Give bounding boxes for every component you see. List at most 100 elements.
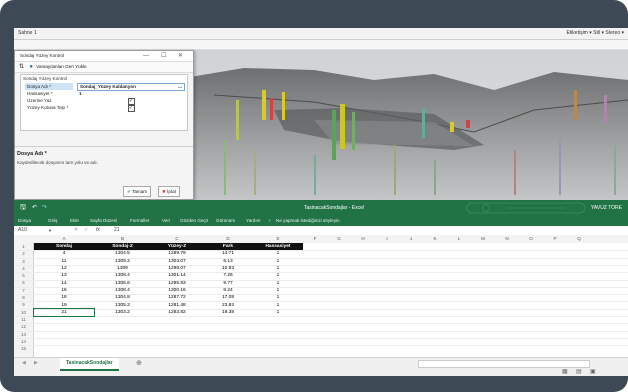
cell[interactable]: 14.71 (203, 250, 253, 257)
header-sondaj-z[interactable]: Sondaj-Z (94, 243, 151, 251)
worksheet-grid[interactable]: 1 2 3 4 5 6 7 8 9 10 11 12 13 14 15 Sond… (14, 243, 628, 357)
col-header-o[interactable]: O (519, 235, 543, 243)
cell[interactable]: 10.93 (203, 265, 253, 272)
cell[interactable]: 1304.5 (94, 250, 151, 257)
restore-defaults-button[interactable]: Varsayılanları Geri Yükle (36, 64, 86, 69)
cell[interactable]: 1304.8 (94, 294, 151, 301)
cell[interactable]: 1308.4 (94, 287, 151, 294)
cell[interactable]: 14 (34, 279, 94, 286)
active-cell[interactable]: 21 (33, 307, 95, 318)
cell[interactable]: 1301.14 (151, 272, 203, 279)
namebox-dropdown-icon[interactable]: ▼ (48, 226, 52, 235)
cancel-button[interactable]: ✖ İptal (158, 186, 180, 197)
cell[interactable]: 1303.2 (94, 309, 151, 316)
cell[interactable]: 1309.2 (94, 258, 151, 265)
property-row-hassasiyet[interactable]: Hassasiyet * 1 (25, 90, 183, 97)
col-header-h[interactable]: H (351, 235, 375, 243)
cell[interactable]: 4 (34, 250, 94, 257)
close-button[interactable]: ✕ (178, 51, 183, 61)
scene-tab[interactable]: Sahne 1 (18, 28, 37, 39)
page-break-icon[interactable]: ▣ (590, 368, 596, 375)
cell[interactable]: 1289.79 (151, 250, 203, 257)
cell[interactable]: 9.77 (203, 279, 253, 286)
function-icon[interactable]: fx (96, 226, 100, 235)
user-name[interactable]: YAVUZ TORE (591, 200, 622, 216)
col-header-g[interactable]: G (327, 235, 351, 243)
cell[interactable]: 6.13 (203, 258, 253, 265)
cell[interactable]: 1295.83 (151, 279, 203, 286)
sheet-tab-tasinacaksondajlar[interactable]: TasinacakSondajlar (60, 358, 119, 371)
col-header-b[interactable]: B (94, 235, 151, 243)
row-header[interactable]: 15 (14, 345, 33, 352)
next-sheet-icon[interactable]: ▶ (34, 360, 38, 366)
row-header[interactable]: 2 (14, 250, 33, 257)
name-box[interactable]: A10 (18, 226, 27, 235)
col-header-j[interactable]: J (399, 235, 423, 243)
col-header-c[interactable]: C (151, 235, 203, 243)
save-icon[interactable]: 🖫 (20, 200, 26, 216)
cell[interactable]: 12 (34, 265, 94, 272)
ribbon-tab-sayfa-duzeni[interactable]: Sayfa Düzeni (90, 216, 117, 226)
precision-field[interactable]: 1 (77, 90, 183, 97)
viewer-options[interactable]: Etiketişim ▾ Stil ▾ Stereo ▾ (566, 28, 624, 39)
cell[interactable]: 1287.72 (151, 294, 203, 301)
enter-icon[interactable]: ✓ (84, 226, 88, 235)
ribbon-tab-gorunum[interactable]: Görünüm (216, 216, 235, 226)
redo-icon[interactable]: ↷ (42, 200, 47, 216)
ribbon-tab-formuller[interactable]: Formüller (130, 216, 149, 226)
ribbon-tab-gozden-gecir[interactable]: Gözden Geçir (180, 216, 208, 226)
cell[interactable]: 1 (253, 309, 303, 316)
undo-icon[interactable]: ↶ (32, 200, 37, 216)
ribbon-tab-ekle[interactable]: Ekle (70, 216, 79, 226)
ribbon-tab-dosya[interactable]: Dosya (18, 216, 31, 226)
ribbon-tab-veri[interactable]: Veri (162, 216, 170, 226)
add-sheet-button[interactable]: ⊕ (136, 359, 142, 367)
cell[interactable]: 1308.4 (94, 272, 151, 279)
cell[interactable]: 1303.07 (151, 258, 203, 265)
col-header-e[interactable]: E (253, 235, 303, 243)
col-header-m[interactable]: M (471, 235, 495, 243)
cell[interactable]: 1 (253, 279, 303, 286)
cell[interactable]: 1 (253, 294, 303, 301)
property-row-uzerine-yaz[interactable]: Üzerine Yaz ✓ (25, 97, 183, 105)
col-header-l[interactable]: L (447, 235, 471, 243)
cell[interactable]: 19 (34, 301, 94, 308)
prev-sheet-icon[interactable]: ◀ (22, 360, 26, 366)
ribbon-tab-yardim[interactable]: Yardım (246, 216, 260, 226)
move-to-surface-checkbox[interactable]: ✓ (127, 105, 135, 112)
col-header-f[interactable]: F (303, 235, 327, 243)
cell[interactable]: 17.08 (203, 294, 253, 301)
sort-icon[interactable]: ⇅ (19, 64, 24, 70)
cell[interactable]: 1298.07 (151, 265, 203, 272)
row-header[interactable]: 9 (14, 301, 33, 308)
property-row-yuzey-kotuna-tasi[interactable]: Yüzey Kotuna Taşı * ✓ (25, 104, 183, 112)
row-header[interactable]: 5 (14, 272, 33, 279)
col-header-q[interactable]: Q (567, 235, 591, 243)
ribbon-tab-giris[interactable]: Giriş (48, 216, 57, 226)
header-sondaj[interactable]: Sondaj (34, 243, 94, 251)
formula-value[interactable]: 21 (114, 226, 120, 235)
header-hassasiyet[interactable]: Hassasiyet (253, 243, 303, 251)
cell[interactable]: 1300.16 (151, 287, 203, 294)
splitter[interactable] (15, 146, 193, 147)
cell[interactable]: 1281.48 (151, 301, 203, 308)
cell[interactable]: 18 (34, 294, 94, 301)
header-yuzey-z[interactable]: Yüzey-Z (151, 243, 203, 251)
cell[interactable]: 13 (34, 272, 94, 279)
page-layout-icon[interactable]: ▤ (576, 368, 582, 375)
col-header-p[interactable]: P (543, 235, 567, 243)
col-header-d[interactable]: D (203, 235, 253, 243)
cell[interactable]: 8.24 (203, 287, 253, 294)
cell[interactable]: 11 (34, 258, 94, 265)
cell[interactable]: 1 (253, 258, 303, 265)
cell[interactable]: 19.38 (203, 309, 253, 316)
cell[interactable]: 7.26 (203, 272, 253, 279)
col-header-k[interactable]: K (423, 235, 447, 243)
col-header-n[interactable]: N (495, 235, 519, 243)
cell[interactable]: 1305.6 (94, 279, 151, 286)
cell[interactable]: 1309 (94, 265, 151, 272)
property-row-dosya-adi[interactable]: Dosya Adı * Sondaj_Yüzey Kaldanyon... (25, 83, 185, 91)
minimize-button[interactable]: — (143, 51, 149, 61)
cell[interactable]: 1 (253, 301, 303, 308)
cell[interactable]: 1 (253, 272, 303, 279)
